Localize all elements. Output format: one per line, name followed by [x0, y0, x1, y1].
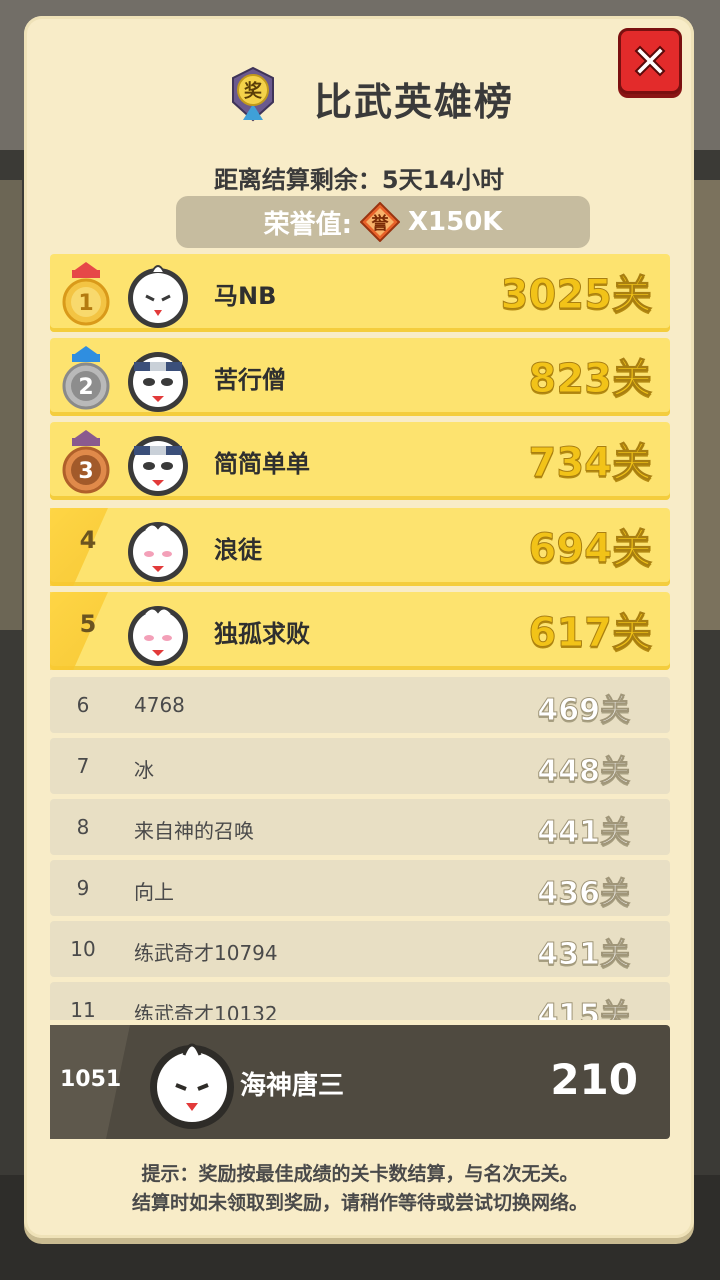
rank-number: 8: [76, 815, 90, 839]
my-score: 210: [550, 1055, 638, 1104]
player-score: 436关: [537, 876, 631, 912]
leaderboard-row[interactable]: 11 练武奇才10132 415关: [50, 982, 670, 1020]
tip-line-2: 结算时如未领取到奖励，请稍作等待或尝试切换网络。: [131, 1192, 588, 1214]
leaderboard-row[interactable]: 9 向上 436关: [50, 860, 670, 916]
rank-number: 9: [76, 876, 90, 900]
leaderboard-row[interactable]: 6 4768 469关: [50, 677, 670, 733]
tip-text: 提示：奖励按最佳成绩的关卡数结算，与名次无关。 结算时如未领取到奖励，请稍作等待…: [0, 1160, 720, 1218]
rank-number: 6: [76, 693, 90, 717]
leaderboard-scroll-list[interactable]: 6 4768 469关 7 冰 448关 8 来自神的召唤 441关 9 向上 …: [0, 0, 670, 1020]
player-name: 来自神的召唤: [134, 819, 254, 843]
player-score: 441关: [537, 815, 631, 851]
leaderboard-row[interactable]: 7 冰 448关: [50, 738, 670, 794]
rank-number: 7: [76, 754, 90, 778]
my-rank-number: 1051: [60, 1067, 122, 1092]
player-score: 469关: [537, 693, 631, 729]
background-side-right: [690, 180, 720, 630]
player-name: 练武奇才10132: [134, 1002, 278, 1020]
my-avatar: [150, 1043, 234, 1129]
player-score: 448关: [537, 754, 631, 790]
my-rank-row[interactable]: 1051 海神唐三 210: [50, 1025, 670, 1139]
my-player-name: 海神唐三: [240, 1071, 345, 1101]
rank-number: 10: [70, 937, 96, 961]
tip-line-1: 提示：奖励按最佳成绩的关卡数结算，与名次无关。: [141, 1163, 579, 1185]
player-name: 冰: [134, 758, 154, 782]
player-name: 向上: [134, 880, 174, 904]
player-name: 4768: [134, 693, 185, 717]
rank-number: 11: [70, 998, 96, 1020]
player-score: 415关: [537, 998, 631, 1021]
leaderboard-row[interactable]: 8 来自神的召唤 441关: [50, 799, 670, 855]
player-name: 练武奇才10794: [134, 941, 278, 965]
player-score: 431关: [537, 937, 631, 973]
leaderboard-row[interactable]: 10 练武奇才10794 431关: [50, 921, 670, 977]
